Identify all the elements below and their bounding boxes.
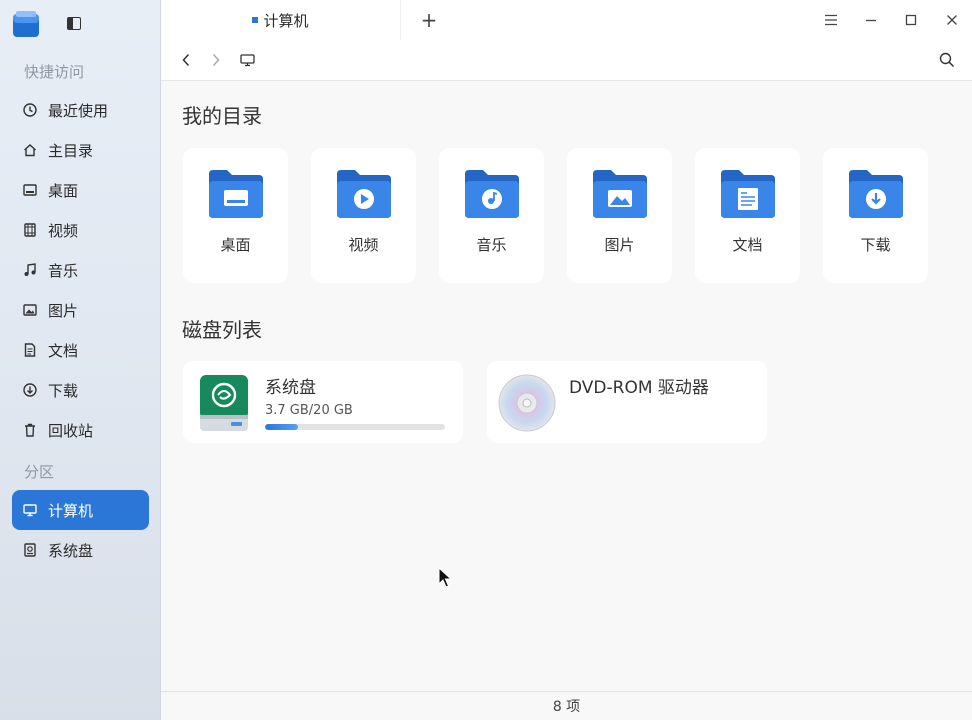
folder-documents[interactable]: 文档 bbox=[695, 148, 800, 283]
sidebar-item-label: 主目录 bbox=[48, 141, 94, 160]
disk-card-system[interactable]: 系统盘 3.7 GB/20 GB bbox=[183, 361, 463, 443]
system-disk-icon bbox=[200, 375, 248, 431]
my-directory-heading: 我的目录 bbox=[182, 104, 262, 128]
sidebar-item-music[interactable]: 音乐 bbox=[12, 250, 149, 290]
sidebar-item-home[interactable]: 主目录 bbox=[12, 130, 149, 170]
sidebar-item-label: 下载 bbox=[48, 381, 79, 400]
folder-label: 下载 bbox=[860, 236, 891, 254]
sidebar-item-downloads[interactable]: 下载 bbox=[12, 370, 149, 410]
quick-access-label: 快捷访问 bbox=[24, 63, 85, 81]
sidebar-item-label: 图片 bbox=[48, 301, 79, 320]
folder-desktop[interactable]: 桌面 bbox=[183, 148, 288, 283]
computer-icon bbox=[23, 503, 37, 517]
home-icon bbox=[23, 143, 37, 157]
sidebar-item-desktop[interactable]: 桌面 bbox=[12, 170, 149, 210]
document-folder-icon bbox=[720, 170, 775, 218]
sidebar-item-videos[interactable]: 视频 bbox=[12, 210, 149, 250]
file-manager-logo-icon bbox=[13, 11, 39, 37]
computer-icon bbox=[239, 54, 255, 67]
chevron-left-icon bbox=[182, 53, 190, 67]
partitions-label: 分区 bbox=[24, 463, 55, 481]
sidebar-item-system-disk[interactable]: 系统盘 bbox=[12, 530, 149, 570]
picture-icon bbox=[23, 303, 37, 317]
download-icon bbox=[23, 383, 37, 397]
sidebar-item-label: 最近使用 bbox=[48, 101, 109, 120]
document-icon bbox=[23, 343, 37, 357]
disk-name: 系统盘 bbox=[265, 378, 316, 398]
forward-button[interactable] bbox=[205, 49, 227, 71]
item-count: 8 项 bbox=[552, 699, 581, 715]
download-folder-icon bbox=[848, 170, 903, 218]
picture-folder-icon bbox=[592, 170, 647, 218]
folder-pictures[interactable]: 图片 bbox=[567, 148, 672, 283]
tab-title: 计算机 bbox=[263, 11, 309, 30]
sidebar-item-label: 计算机 bbox=[48, 501, 94, 520]
main-content: 我的目录 桌面 视频 音乐 图片 文档 下载 磁盘列表 系统盘 3.7 GB/2… bbox=[161, 81, 972, 691]
minimize-icon bbox=[866, 19, 876, 22]
sidebar: 快捷访问 最近使用 主目录 桌面 视频 音乐 图片 文档 下载 回收站 分区 计… bbox=[0, 0, 161, 720]
sidebar-item-pictures[interactable]: 图片 bbox=[12, 290, 149, 330]
clock-icon bbox=[23, 103, 37, 117]
menu-button[interactable] bbox=[819, 8, 843, 32]
folder-label: 视频 bbox=[348, 236, 379, 254]
sidebar-item-documents[interactable]: 文档 bbox=[12, 330, 149, 370]
disk-usage-bar bbox=[265, 424, 445, 430]
toolbar bbox=[161, 40, 972, 81]
desktop-folder-icon bbox=[208, 170, 263, 218]
tab-indicator bbox=[252, 17, 259, 23]
dvd-disc-icon bbox=[498, 374, 556, 432]
sidebar-item-computer[interactable]: 计算机 bbox=[12, 490, 149, 530]
sidebar-item-trash[interactable]: 回收站 bbox=[12, 410, 149, 450]
sidebar-item-label: 文档 bbox=[48, 341, 79, 360]
folder-label: 文档 bbox=[732, 236, 763, 254]
chevron-right-icon bbox=[212, 53, 220, 67]
disk-name: DVD-ROM 驱动器 bbox=[569, 378, 709, 398]
close-icon bbox=[947, 15, 957, 25]
status-bar: 8 项 bbox=[161, 691, 972, 720]
title-bar: 计算机 + bbox=[161, 0, 972, 40]
close-button[interactable] bbox=[940, 8, 964, 32]
sidebar-item-label: 视频 bbox=[48, 221, 79, 240]
music-folder-icon bbox=[464, 170, 519, 218]
sidebar-item-recent[interactable]: 最近使用 bbox=[12, 90, 149, 130]
search-icon bbox=[939, 52, 955, 68]
search-button[interactable] bbox=[936, 49, 958, 71]
tab-computer[interactable]: 计算机 bbox=[161, 0, 401, 40]
sidebar-item-label: 桌面 bbox=[48, 181, 79, 200]
back-button[interactable] bbox=[175, 49, 197, 71]
folder-label: 桌面 bbox=[220, 236, 251, 254]
menu-icon bbox=[825, 14, 837, 26]
disk-list-heading: 磁盘列表 bbox=[182, 318, 262, 342]
trash-icon bbox=[23, 423, 37, 437]
new-tab-button[interactable]: + bbox=[417, 8, 441, 32]
disk-card-dvd[interactable]: DVD-ROM 驱动器 bbox=[487, 361, 767, 443]
desktop-icon bbox=[23, 183, 37, 197]
video-icon bbox=[23, 223, 37, 237]
sidebar-item-label: 音乐 bbox=[48, 261, 79, 280]
video-folder-icon bbox=[336, 170, 391, 218]
folder-label: 图片 bbox=[604, 236, 635, 254]
folder-label: 音乐 bbox=[476, 236, 507, 254]
sidebar-item-label: 系统盘 bbox=[48, 541, 94, 560]
sidebar-item-label: 回收站 bbox=[48, 421, 94, 440]
music-icon bbox=[23, 263, 37, 277]
maximize-icon bbox=[905, 14, 917, 26]
sidebar-toggle-icon[interactable] bbox=[67, 17, 81, 30]
mouse-cursor-icon bbox=[438, 567, 452, 588]
folder-downloads[interactable]: 下载 bbox=[823, 148, 928, 283]
disk-icon bbox=[23, 543, 37, 557]
folder-music[interactable]: 音乐 bbox=[439, 148, 544, 283]
maximize-button[interactable] bbox=[899, 8, 923, 32]
breadcrumb-computer[interactable] bbox=[236, 49, 258, 71]
minimize-button[interactable] bbox=[859, 8, 883, 32]
folder-videos[interactable]: 视频 bbox=[311, 148, 416, 283]
disk-size: 3.7 GB/20 GB bbox=[265, 403, 353, 418]
disk-usage-fill bbox=[265, 424, 299, 430]
